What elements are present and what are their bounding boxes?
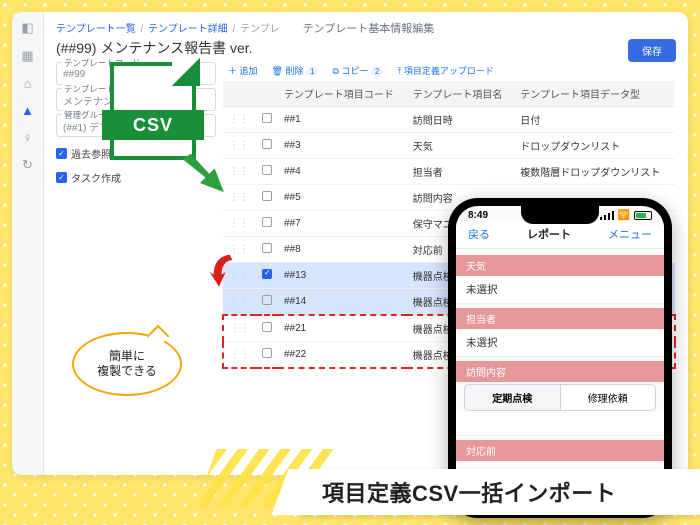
nav-icon[interactable]: ▦ (21, 48, 33, 64)
row-checkbox[interactable] (262, 139, 272, 149)
page-subtitle: テンプレート基本情報編集 (303, 23, 435, 35)
phone-tab[interactable]: 修理依頼 (560, 385, 656, 410)
drag-handle-icon[interactable]: ⋮⋮ (223, 211, 256, 237)
phone-menu-button[interactable]: メニュー (608, 226, 652, 242)
page-title: (##99) メンテナンス報告書 ver. (56, 38, 253, 58)
green-arrow-icon (178, 150, 233, 205)
phone-time: 8:49 (468, 210, 488, 221)
row-checkbox[interactable] (262, 191, 272, 201)
nav-pin-icon[interactable]: ♀ (23, 130, 33, 145)
nav-icon-active[interactable]: ▲ (21, 103, 34, 118)
breadcrumb-link[interactable]: テンプレート一覧 (56, 24, 136, 35)
phone-field-value[interactable] (456, 411, 664, 436)
row-checkbox[interactable] (262, 113, 272, 123)
csv-file-graphic: CSV (110, 62, 196, 160)
left-nav-rail: ◧ ▦ ⌂ ▲ ♀ ↻ (12, 12, 44, 475)
row-checkbox[interactable] (262, 165, 272, 175)
row-checkbox[interactable] (262, 322, 272, 332)
drag-handle-icon[interactable]: ⋮⋮ (223, 289, 256, 316)
col-type: テンプレート項目データ型 (514, 81, 675, 107)
nav-icon[interactable]: ◧ (21, 20, 33, 36)
table-row[interactable]: ⋮⋮##1訪問日時日付 (223, 107, 675, 133)
phone-title: レポート (527, 226, 571, 242)
nav-icon[interactable]: ↻ (22, 157, 33, 173)
phone-back-button[interactable]: 戻る (468, 226, 490, 242)
col-name: テンプレート項目名 (407, 81, 515, 107)
col-code: テンプレート項目コード (278, 81, 407, 107)
row-checkbox[interactable] (262, 243, 272, 253)
battery-icon: 🛜 (600, 210, 652, 221)
breadcrumb-link[interactable]: テンプレート詳細 (148, 24, 228, 35)
row-checkbox[interactable] (262, 269, 272, 279)
callout-bubble: 簡単に 複製できる (72, 332, 182, 396)
row-checkbox[interactable] (262, 348, 272, 358)
drag-handle-icon[interactable]: ⋮⋮ (223, 107, 256, 133)
add-button[interactable]: ＋ 追加 (228, 64, 258, 77)
row-checkbox[interactable] (262, 295, 272, 305)
check-icon: ✓ (56, 172, 67, 183)
copy-button[interactable]: ⧉ コピー 2 (332, 64, 383, 77)
row-checkbox[interactable] (262, 217, 272, 227)
drag-handle-icon[interactable]: ⋮⋮ (223, 342, 256, 369)
table-row[interactable]: ⋮⋮##3天気ドロップダウンリスト (223, 133, 675, 159)
phone-field-value[interactable]: 未選択 (456, 329, 664, 357)
table-row[interactable]: ⋮⋮##4担当者複数階層ドロップダウンリスト (223, 159, 675, 185)
phone-field-value[interactable]: 未選択 (456, 276, 664, 304)
feature-caption: 項目定義CSV一括インポート (0, 457, 700, 525)
delete-button[interactable]: 🗑 削除 1 (272, 64, 319, 77)
upload-button[interactable]: ⤒ 項目定義アップロード (397, 64, 494, 77)
phone-section-head: 担当者 (456, 308, 664, 329)
check-icon: ✓ (56, 148, 67, 159)
breadcrumb: テンプレート一覧 / テンプレート詳細 / テンプレ テンプレート基本情報編集 (56, 20, 676, 36)
save-button[interactable]: 保存 (628, 39, 676, 62)
breadcrumb-current: テンプレ (240, 24, 280, 35)
phone-section-head: 天気 (456, 255, 664, 276)
red-arrow-icon (208, 252, 238, 292)
phone-tab[interactable]: 定期点検 (465, 385, 560, 410)
nav-icon[interactable]: ⌂ (24, 76, 32, 91)
phone-section-head: 訪問内容 (456, 361, 664, 382)
drag-handle-icon[interactable]: ⋮⋮ (223, 315, 256, 342)
